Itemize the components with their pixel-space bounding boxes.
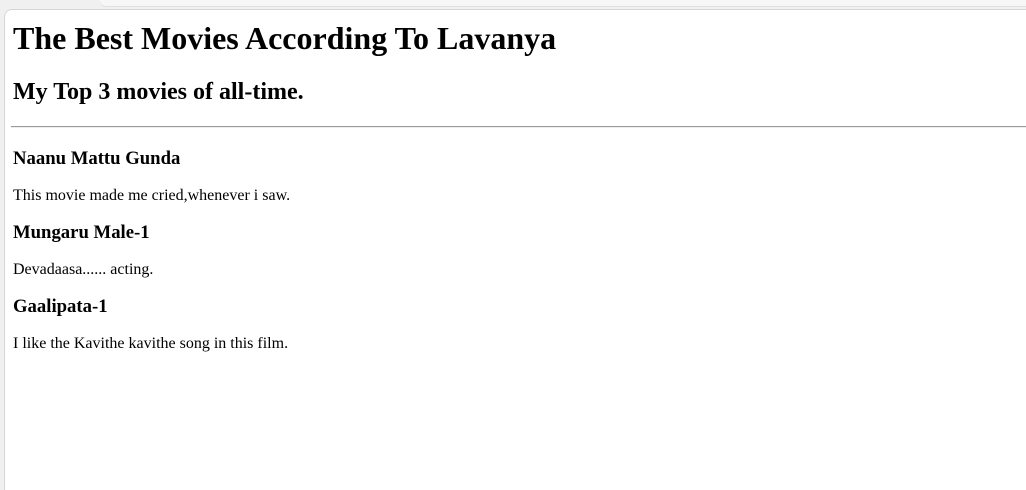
page-content: The Best Movies According To Lavanya My … <box>11 10 1026 353</box>
movie-title-2: Mungaru Male-1 <box>13 222 150 243</box>
movie-comment-3: I like the Kavithe kavithe song in this … <box>13 335 289 352</box>
page-title: The Best Movies According To Lavanya <box>13 20 557 56</box>
browser-toolbar-edge <box>100 0 1026 7</box>
movie-comment-1: This movie made me cried,whenever i saw. <box>13 187 291 204</box>
movie-title-1: Naanu Mattu Gunda <box>13 148 181 169</box>
page-subtitle: My Top 3 movies of all-time. <box>13 79 304 105</box>
page-viewport: The Best Movies According To Lavanya My … <box>4 9 1026 490</box>
divider <box>11 126 1026 128</box>
movie-title-3: Gaalipata-1 <box>13 296 108 317</box>
movie-comment-2: Devadaasa...... acting. <box>13 261 154 278</box>
